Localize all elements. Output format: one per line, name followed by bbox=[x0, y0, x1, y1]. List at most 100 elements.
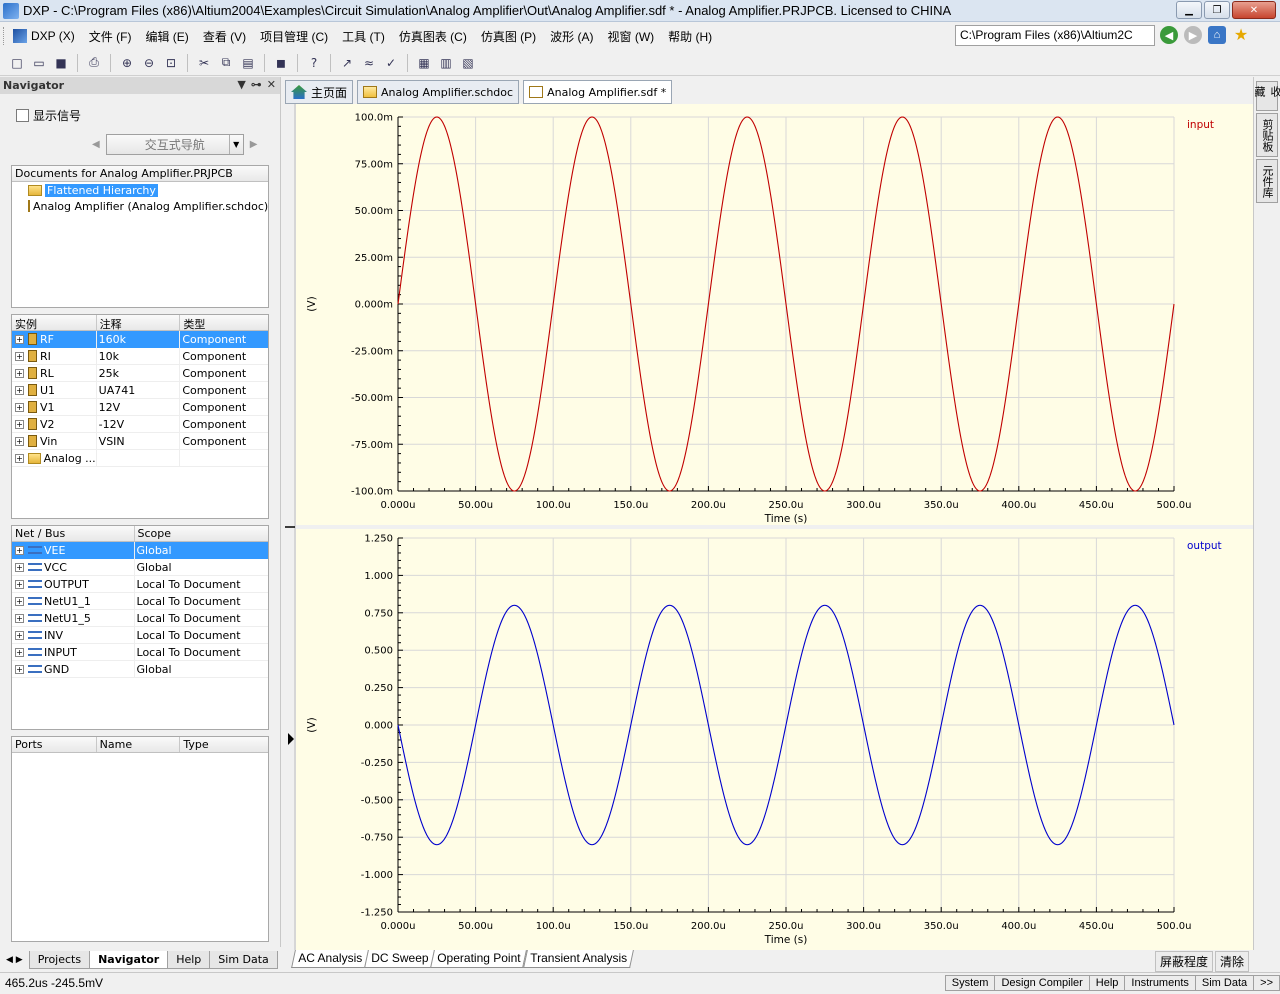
expand-icon[interactable]: + bbox=[15, 453, 24, 463]
cursor-icon[interactable]: ✓ bbox=[382, 54, 400, 72]
menu-help[interactable]: 帮助 (H) bbox=[661, 26, 719, 47]
forward-icon[interactable]: ▶ bbox=[1184, 26, 1202, 44]
mask-level-button[interactable]: 屏蔽程度 bbox=[1155, 951, 1214, 972]
plot-output[interactable]: 0.000u 50.00u 100.0u 150.0u 200.0u 250.0u 300.… bbox=[296, 529, 1253, 950]
expand-icon[interactable]: + bbox=[15, 402, 24, 412]
net-row[interactable]: + INPUT Local To Document bbox=[12, 643, 268, 661]
show-signals-row[interactable]: 显示信号 bbox=[16, 107, 81, 124]
expand-icon[interactable]: + bbox=[15, 334, 24, 344]
panel-close-icon[interactable]: ✕ bbox=[267, 78, 276, 91]
zoom-out-icon[interactable]: ⊖ bbox=[140, 54, 158, 72]
measure-icon[interactable]: ≈ bbox=[360, 54, 378, 72]
expand-icon[interactable]: + bbox=[15, 385, 24, 395]
legend-input[interactable]: input bbox=[1187, 119, 1214, 131]
menu-file[interactable]: 文件 (F) bbox=[82, 26, 139, 47]
prev-arrow-icon[interactable]: ◀ bbox=[92, 139, 100, 150]
net-row[interactable]: + VEE Global bbox=[12, 541, 268, 559]
chart-icon[interactable]: ▦ bbox=[415, 54, 433, 72]
tab-clipboard[interactable]: 剪贴板 bbox=[1256, 113, 1278, 157]
expand-icon[interactable]: + bbox=[15, 436, 24, 446]
plot-input[interactable]: 0.000u 50.00u 100.0u 150.0u 200.0u 250.0u 300.… bbox=[296, 104, 1253, 525]
tab-operating-point[interactable]: Operating Point bbox=[430, 950, 528, 968]
help-icon[interactable]: ? bbox=[305, 54, 323, 72]
tab-favorites[interactable]: 收藏 bbox=[1253, 81, 1280, 111]
menu-dxp[interactable]: DXP (X) bbox=[6, 27, 82, 45]
tab-help[interactable]: Help bbox=[167, 951, 211, 969]
instance-row[interactable]: + U1 UA741 Component bbox=[12, 381, 268, 399]
status-tab-help[interactable]: Help bbox=[1088, 975, 1126, 991]
expand-icon[interactable]: + bbox=[15, 613, 24, 623]
instance-row[interactable]: + Analog ... bbox=[12, 449, 268, 467]
menu-project[interactable]: 项目管理 (C) bbox=[253, 26, 335, 47]
net-row[interactable]: + NetU1_1 Local To Document bbox=[12, 592, 268, 610]
back-icon[interactable]: ◀ bbox=[1160, 26, 1178, 44]
tab-transient-analysis[interactable]: Transient Analysis bbox=[522, 950, 634, 968]
legend-output[interactable]: output bbox=[1187, 540, 1222, 552]
tab-schdoc[interactable]: Analog Amplifier.schdoc bbox=[357, 80, 520, 104]
expand-icon[interactable]: + bbox=[15, 647, 24, 657]
stop-icon[interactable]: ◼ bbox=[272, 54, 290, 72]
close-icon[interactable]: ✕ bbox=[1232, 1, 1276, 19]
tab-navigator[interactable]: Navigator bbox=[89, 951, 169, 969]
wave-chart-icon[interactable]: ▧ bbox=[459, 54, 477, 72]
chevron-down-icon[interactable]: ▼ bbox=[228, 135, 243, 154]
instance-row[interactable]: + V2 -12V Component bbox=[12, 415, 268, 433]
status-tab-more[interactable]: >> bbox=[1253, 975, 1280, 991]
panel-menu-icon[interactable]: ▼ bbox=[237, 78, 245, 91]
status-tab-system[interactable]: System bbox=[944, 975, 996, 991]
status-tab-sim-data[interactable]: Sim Data bbox=[1194, 975, 1255, 991]
net-row[interactable]: + OUTPUT Local To Document bbox=[12, 575, 268, 593]
menu-tools[interactable]: 工具 (T) bbox=[335, 26, 392, 47]
tab-home-page[interactable]: 主页面 bbox=[285, 80, 354, 104]
doc-analog-amplifier[interactable]: Analog Amplifier (Analog Amplifier.schdo… bbox=[12, 198, 268, 214]
tab-libraries[interactable]: 元件库 bbox=[1256, 159, 1278, 203]
zoom-fit-icon[interactable]: ⊡ bbox=[162, 54, 180, 72]
instance-row[interactable]: + V1 12V Component bbox=[12, 398, 268, 416]
print-icon[interactable]: ⎙ bbox=[85, 54, 103, 72]
expand-icon[interactable]: + bbox=[15, 630, 24, 640]
menu-edit[interactable]: 编辑 (E) bbox=[138, 26, 195, 47]
zoom-in-icon[interactable]: ⊕ bbox=[118, 54, 136, 72]
paste-icon[interactable]: ▤ bbox=[239, 54, 257, 72]
favorites-icon[interactable]: ★ bbox=[1232, 26, 1250, 44]
expand-icon[interactable]: + bbox=[15, 579, 24, 589]
minimize-icon[interactable]: ▁ bbox=[1176, 1, 1202, 19]
net-row[interactable]: + INV Local To Document bbox=[12, 626, 268, 644]
open-folder-icon[interactable]: ▭ bbox=[30, 54, 48, 72]
tab-dc-sweep[interactable]: DC Sweep bbox=[364, 950, 436, 968]
waveform-charts[interactable]: 0.000u 50.00u 100.0u 150.0u 200.0u 250.0u 300.… bbox=[285, 104, 1253, 950]
net-row[interactable]: + NetU1_5 Local To Document bbox=[12, 609, 268, 627]
status-tab-instruments[interactable]: Instruments bbox=[1124, 975, 1196, 991]
interactive-nav-combo[interactable]: 交互式导航 ▼ bbox=[105, 134, 244, 155]
instance-row[interactable]: + RF 160k Component bbox=[12, 330, 268, 348]
net-row[interactable]: + GND Global bbox=[12, 660, 268, 678]
path-combo[interactable]: C:\Program Files (x86)\Altium2C bbox=[955, 25, 1155, 46]
menu-wave[interactable]: 波形 (A) bbox=[543, 26, 600, 47]
cut-icon[interactable]: ✂ bbox=[195, 54, 213, 72]
expand-icon[interactable]: + bbox=[15, 419, 24, 429]
tab-ac-analysis[interactable]: AC Analysis bbox=[291, 950, 369, 968]
status-tab-design-compiler[interactable]: Design Compiler bbox=[994, 975, 1090, 991]
new-file-icon[interactable]: □ bbox=[8, 54, 26, 72]
tab-scroll-icon[interactable]: ◀ ▶ bbox=[0, 955, 29, 965]
add-wave-icon[interactable]: ↗ bbox=[338, 54, 356, 72]
expand-icon[interactable]: + bbox=[15, 545, 24, 555]
expand-icon[interactable]: + bbox=[15, 351, 24, 361]
doc-flattened-hierarchy[interactable]: Flattened Hierarchy bbox=[12, 182, 268, 198]
net-row[interactable]: + VCC Global bbox=[12, 558, 268, 576]
tab-projects[interactable]: Projects bbox=[28, 951, 91, 969]
instance-row[interactable]: + RI 10k Component bbox=[12, 347, 268, 365]
pin-icon[interactable]: ⊶ bbox=[251, 78, 262, 91]
tab-sdf[interactable]: Analog Amplifier.sdf * bbox=[523, 80, 673, 104]
copy-icon[interactable]: ⧉ bbox=[217, 54, 235, 72]
restore-icon[interactable]: ❐ bbox=[1204, 1, 1230, 19]
menu-view[interactable]: 查看 (V) bbox=[196, 26, 253, 47]
menu-sim-chart[interactable]: 仿真图表 (C) bbox=[392, 26, 474, 47]
home-icon[interactable]: ⌂ bbox=[1208, 26, 1226, 44]
next-arrow-icon[interactable]: ▶ bbox=[250, 139, 258, 150]
show-signals-checkbox[interactable] bbox=[16, 109, 29, 122]
expand-icon[interactable]: + bbox=[15, 664, 24, 674]
expand-icon[interactable]: + bbox=[15, 368, 24, 378]
menu-sim-plot[interactable]: 仿真图 (P) bbox=[474, 26, 543, 47]
expand-icon[interactable]: + bbox=[15, 562, 24, 572]
